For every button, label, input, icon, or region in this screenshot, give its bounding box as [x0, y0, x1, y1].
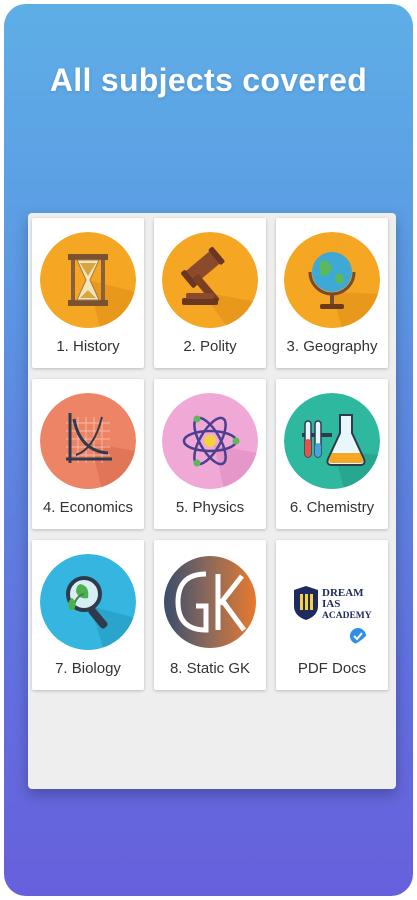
svg-text:ACADEMY: ACADEMY	[322, 611, 372, 621]
subject-label: 4. Economics	[42, 499, 134, 516]
subject-card-history[interactable]: 1. History	[32, 218, 144, 368]
dream-ias-academy-logo: DREAM IAS ACADEMY	[284, 554, 380, 650]
subject-label: 6. Chemistry	[289, 499, 375, 516]
globe-icon	[284, 232, 380, 328]
hourglass-icon	[40, 232, 136, 328]
subject-card-economics[interactable]: 4. Economics	[32, 379, 144, 529]
lab-flask-icon	[284, 393, 380, 489]
gavel-icon	[162, 232, 258, 328]
subject-card-physics[interactable]: 5. Physics	[154, 379, 266, 529]
graph-icon	[40, 393, 136, 489]
app-screen: 1. History 2. Polity 3. Geography 4. Eco…	[28, 213, 396, 789]
subject-label: 2. Polity	[183, 338, 237, 355]
subject-label: 7. Biology	[55, 660, 121, 677]
svg-text:IAS: IAS	[322, 598, 340, 610]
subject-label: 3. Geography	[286, 338, 378, 355]
subject-card-geography[interactable]: 3. Geography	[276, 218, 388, 368]
atom-icon	[162, 393, 258, 489]
subject-card-pdf-docs[interactable]: DREAM IAS ACADEMY PDF Docs	[276, 540, 388, 690]
subject-label: 1. History	[56, 338, 120, 355]
promo-headline: All subjects covered	[49, 62, 368, 98]
magnifier-leaf-icon	[40, 554, 136, 650]
gk-logo-icon	[162, 554, 258, 650]
subject-card-polity[interactable]: 2. Polity	[154, 218, 266, 368]
subject-label: PDF Docs	[297, 660, 367, 677]
subject-label: 5. Physics	[175, 499, 245, 516]
subject-label: 8. Static GK	[169, 660, 251, 677]
promo-background: All subjects covered 1. History 2. Polit…	[4, 4, 413, 896]
subject-card-chemistry[interactable]: 6. Chemistry	[276, 379, 388, 529]
subject-card-static-gk[interactable]: 8. Static GK	[154, 540, 266, 690]
subject-card-biology[interactable]: 7. Biology	[32, 540, 144, 690]
